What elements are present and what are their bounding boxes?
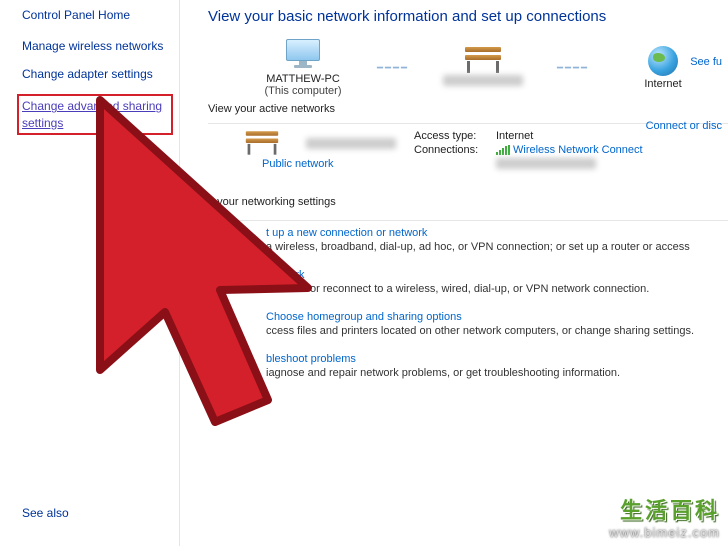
watermark-url: www.bimeiz.com bbox=[609, 525, 720, 540]
blurred-network-name bbox=[306, 138, 396, 149]
computer-icon bbox=[283, 39, 323, 71]
task-desc: Connect or reconnect to a wireless, wire… bbox=[266, 283, 728, 295]
sidebar-link-change-adapter[interactable]: Change adapter settings bbox=[22, 66, 169, 82]
page-title: View your basic network information and … bbox=[208, 8, 728, 25]
task-desc: ccess files and printers located on othe… bbox=[266, 325, 728, 337]
signal-strength-icon bbox=[496, 145, 510, 155]
network-map: MATTHEW-PC (This computer) ━━━━ ━━━━ Int… bbox=[248, 39, 728, 97]
connections-key: Connections: bbox=[414, 144, 496, 156]
map-this-pc-name: MATTHEW-PC bbox=[248, 73, 358, 85]
task-connect-network[interactable]: network Connect or reconnect to a wirele… bbox=[266, 269, 728, 295]
main-content: View your basic network information and … bbox=[180, 0, 728, 546]
active-network-block[interactable]: Public network bbox=[226, 130, 396, 174]
active-networks-label: View your active networks bbox=[208, 103, 728, 115]
networking-tasks: e your networking settings t up a new co… bbox=[202, 196, 728, 379]
tasks-heading: e your networking settings bbox=[208, 196, 728, 208]
blurred-ssid bbox=[496, 158, 596, 169]
map-this-pc-sub: (This computer) bbox=[248, 85, 358, 97]
map-node-router[interactable] bbox=[428, 47, 538, 89]
blurred-network-name bbox=[443, 75, 523, 86]
map-node-internet[interactable]: Internet bbox=[608, 46, 718, 90]
connection-details: Access type: Internet Connections: Wirel… bbox=[414, 130, 643, 174]
sidebar-link-manage-wireless[interactable]: Manage wireless networks bbox=[22, 38, 169, 54]
control-panel-home-link[interactable]: Control Panel Home bbox=[22, 8, 169, 22]
watermark: 生活百科 www.bimeiz.com bbox=[609, 493, 720, 540]
sidebar-link-change-advanced-sharing[interactable]: Change advanced sharing settings bbox=[17, 94, 173, 134]
see-also-heading: See also bbox=[22, 506, 169, 520]
map-internet-label: Internet bbox=[608, 78, 718, 90]
see-full-map-link[interactable]: See fu bbox=[690, 56, 722, 68]
divider bbox=[202, 220, 728, 221]
access-type-value: Internet bbox=[496, 130, 533, 142]
bench-icon bbox=[242, 131, 282, 154]
connect-or-disconnect-link[interactable]: Connect or disc bbox=[646, 120, 722, 132]
sidebar: Control Panel Home Manage wireless netwo… bbox=[0, 0, 180, 546]
task-link[interactable]: bleshoot problems bbox=[266, 353, 728, 365]
map-connector: ━━━━ bbox=[544, 63, 602, 74]
connections-value-link[interactable]: Wireless Network Connect bbox=[496, 144, 643, 156]
task-set-up-connection[interactable]: t up a new connection or network a wirel… bbox=[266, 227, 728, 253]
bench-icon bbox=[461, 47, 505, 73]
task-desc: iagnose and repair network problems, or … bbox=[266, 367, 728, 379]
watermark-text-cn: 生活百科 bbox=[609, 493, 720, 525]
task-homegroup[interactable]: Choose homegroup and sharing options cce… bbox=[266, 311, 728, 337]
task-link[interactable]: Choose homegroup and sharing options bbox=[266, 311, 728, 323]
task-troubleshoot[interactable]: bleshoot problems iagnose and repair net… bbox=[266, 353, 728, 379]
access-type-key: Access type: bbox=[414, 130, 496, 142]
task-link[interactable]: network bbox=[266, 269, 728, 281]
public-network-link[interactable]: Public network bbox=[262, 158, 396, 170]
map-connector: ━━━━ bbox=[364, 63, 422, 74]
task-link[interactable]: t up a new connection or network bbox=[266, 227, 728, 239]
task-desc: a wireless, broadband, dial-up, ad hoc, … bbox=[266, 241, 728, 253]
map-node-this-pc[interactable]: MATTHEW-PC (This computer) bbox=[248, 39, 358, 97]
globe-icon bbox=[648, 46, 678, 76]
